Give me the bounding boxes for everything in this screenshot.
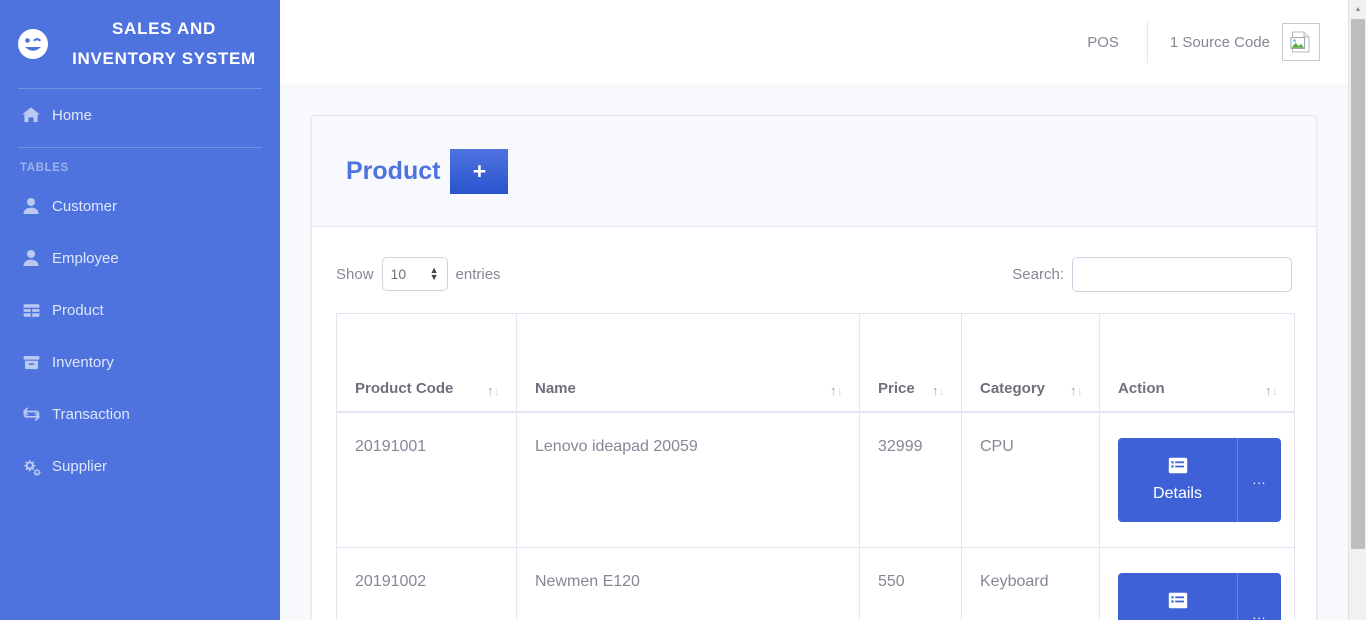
user-icon <box>20 195 42 217</box>
column-label: Name <box>535 380 582 397</box>
sidebar-item-inventory[interactable]: Inventory <box>0 336 280 388</box>
chevron-updown-icon: ▲▼ <box>430 267 439 281</box>
sidebar-item-label: Product <box>52 303 104 318</box>
column-label: Action <box>1118 380 1171 397</box>
entries-label: entries <box>456 266 501 283</box>
search-label: Search: <box>1012 266 1064 283</box>
column-header-price[interactable]: Price ↑↓ <box>860 314 962 412</box>
list-alt-icon <box>1168 592 1188 614</box>
exchange-icon <box>20 403 42 425</box>
page-scrollbar[interactable]: ▲ <box>1348 0 1366 620</box>
table-row: 20191001 Lenovo ideapad 20059 32999 CPU <box>337 412 1295 548</box>
details-dropdown-toggle[interactable]: ... <box>1237 573 1281 620</box>
table-head: Product Code ↑↓ Name ↑↓ <box>337 314 1295 412</box>
column-header-product-code[interactable]: Product Code ↑↓ <box>337 314 517 412</box>
topbar-pos-link[interactable]: POS <box>1059 0 1147 84</box>
topbar-user-name: 1 Source Code <box>1170 34 1270 51</box>
sidebar-item-label: Employee <box>52 251 119 266</box>
grin-wink-icon <box>14 25 52 63</box>
column-header-name[interactable]: Name ↑↓ <box>517 314 860 412</box>
scroll-up-arrow-icon[interactable]: ▲ <box>1349 0 1366 18</box>
card-body: Show 10 ▲▼ entries Search: <box>312 227 1316 620</box>
sort-icon: ↑↓ <box>830 384 843 397</box>
column-header-category[interactable]: Category ↑↓ <box>962 314 1100 412</box>
sidebar-item-employee[interactable]: Employee <box>0 232 280 284</box>
cell-action: Details ... <box>1100 547 1295 620</box>
brand-title: Sales and Inventory System <box>58 14 270 74</box>
sidebar-item-transaction[interactable]: Transaction <box>0 388 280 440</box>
table-body: 20191001 Lenovo ideapad 20059 32999 CPU <box>337 412 1295 620</box>
app-root: Sales and Inventory System Home Tables C… <box>0 0 1366 620</box>
datatable-length: Show 10 ▲▼ entries <box>336 257 501 291</box>
column-label: Product Code <box>355 380 459 397</box>
entries-value: 10 <box>391 266 407 282</box>
add-product-button[interactable]: + <box>450 149 508 194</box>
main-content: Product + Show 10 ▲▼ entries <box>280 84 1348 620</box>
topbar: POS 1 Source Code <box>280 0 1348 84</box>
sidebar-item-label: Home <box>52 108 92 123</box>
home-icon <box>20 104 42 126</box>
column-label: Category <box>980 380 1051 397</box>
scrollbar-thumb[interactable] <box>1351 19 1365 549</box>
sort-icon: ↑↓ <box>1265 384 1278 397</box>
sidebar-item-product[interactable]: Product <box>0 284 280 336</box>
sidebar-item-home[interactable]: Home <box>0 89 280 141</box>
sort-icon: ↑↓ <box>487 384 500 397</box>
brand[interactable]: Sales and Inventory System <box>0 0 280 82</box>
sidebar: Sales and Inventory System Home Tables C… <box>0 0 280 620</box>
page-title: Product <box>346 159 440 184</box>
sidebar-item-customer[interactable]: Customer <box>0 180 280 232</box>
entries-per-page-select[interactable]: 10 ▲▼ <box>382 257 448 291</box>
column-label: Price <box>878 380 921 397</box>
details-dropdown-toggle[interactable]: ... <box>1237 438 1281 522</box>
details-button-label: Details <box>1153 485 1202 503</box>
cell-category: CPU <box>962 412 1100 548</box>
cell-price: 32999 <box>860 412 962 548</box>
cell-action: Details ... <box>1100 412 1295 548</box>
sort-icon: ↑↓ <box>932 384 945 397</box>
cogs-icon <box>20 455 42 477</box>
product-table: Product Code ↑↓ Name ↑↓ <box>336 313 1295 620</box>
cell-category: Keyboard <box>962 547 1100 620</box>
column-header-action[interactable]: Action ↑↓ <box>1100 314 1295 412</box>
product-card: Product + Show 10 ▲▼ entries <box>311 115 1317 620</box>
topbar-user-menu[interactable]: 1 Source Code <box>1148 0 1348 84</box>
sidebar-item-label: Supplier <box>52 459 107 474</box>
card-header: Product + <box>312 116 1316 227</box>
table-row: 20191002 Newmen E120 550 Keyboard <box>337 547 1295 620</box>
sidebar-item-label: Customer <box>52 199 117 214</box>
sort-icon: ↑↓ <box>1070 384 1083 397</box>
datatable-filter: Search: <box>1012 257 1292 292</box>
details-button[interactable]: Details <box>1118 573 1237 620</box>
show-label: Show <box>336 266 374 283</box>
table-header-row: Product Code ↑↓ Name ↑↓ <box>337 314 1295 412</box>
cell-name: Lenovo ideapad 20059 <box>517 412 860 548</box>
search-input[interactable] <box>1072 257 1292 292</box>
details-button-group[interactable]: Details ... <box>1118 573 1281 620</box>
sidebar-item-label: Transaction <box>52 407 130 422</box>
details-button-group[interactable]: Details ... <box>1118 438 1281 522</box>
cell-product-code: 20191001 <box>337 412 517 548</box>
user-icon <box>20 247 42 269</box>
sidebar-heading-tables: Tables <box>0 148 280 180</box>
sidebar-item-label: Inventory <box>52 355 114 370</box>
datatable-controls: Show 10 ▲▼ entries Search: <box>336 249 1292 299</box>
table-icon <box>20 299 42 321</box>
cell-product-code: 20191002 <box>337 547 517 620</box>
sidebar-item-supplier[interactable]: Supplier <box>0 440 280 492</box>
cell-name: Newmen E120 <box>517 547 860 620</box>
details-button[interactable]: Details <box>1118 438 1237 522</box>
cell-price: 550 <box>860 547 962 620</box>
list-alt-icon <box>1168 457 1188 479</box>
broken-image-icon <box>1282 23 1320 61</box>
archive-icon <box>20 351 42 373</box>
